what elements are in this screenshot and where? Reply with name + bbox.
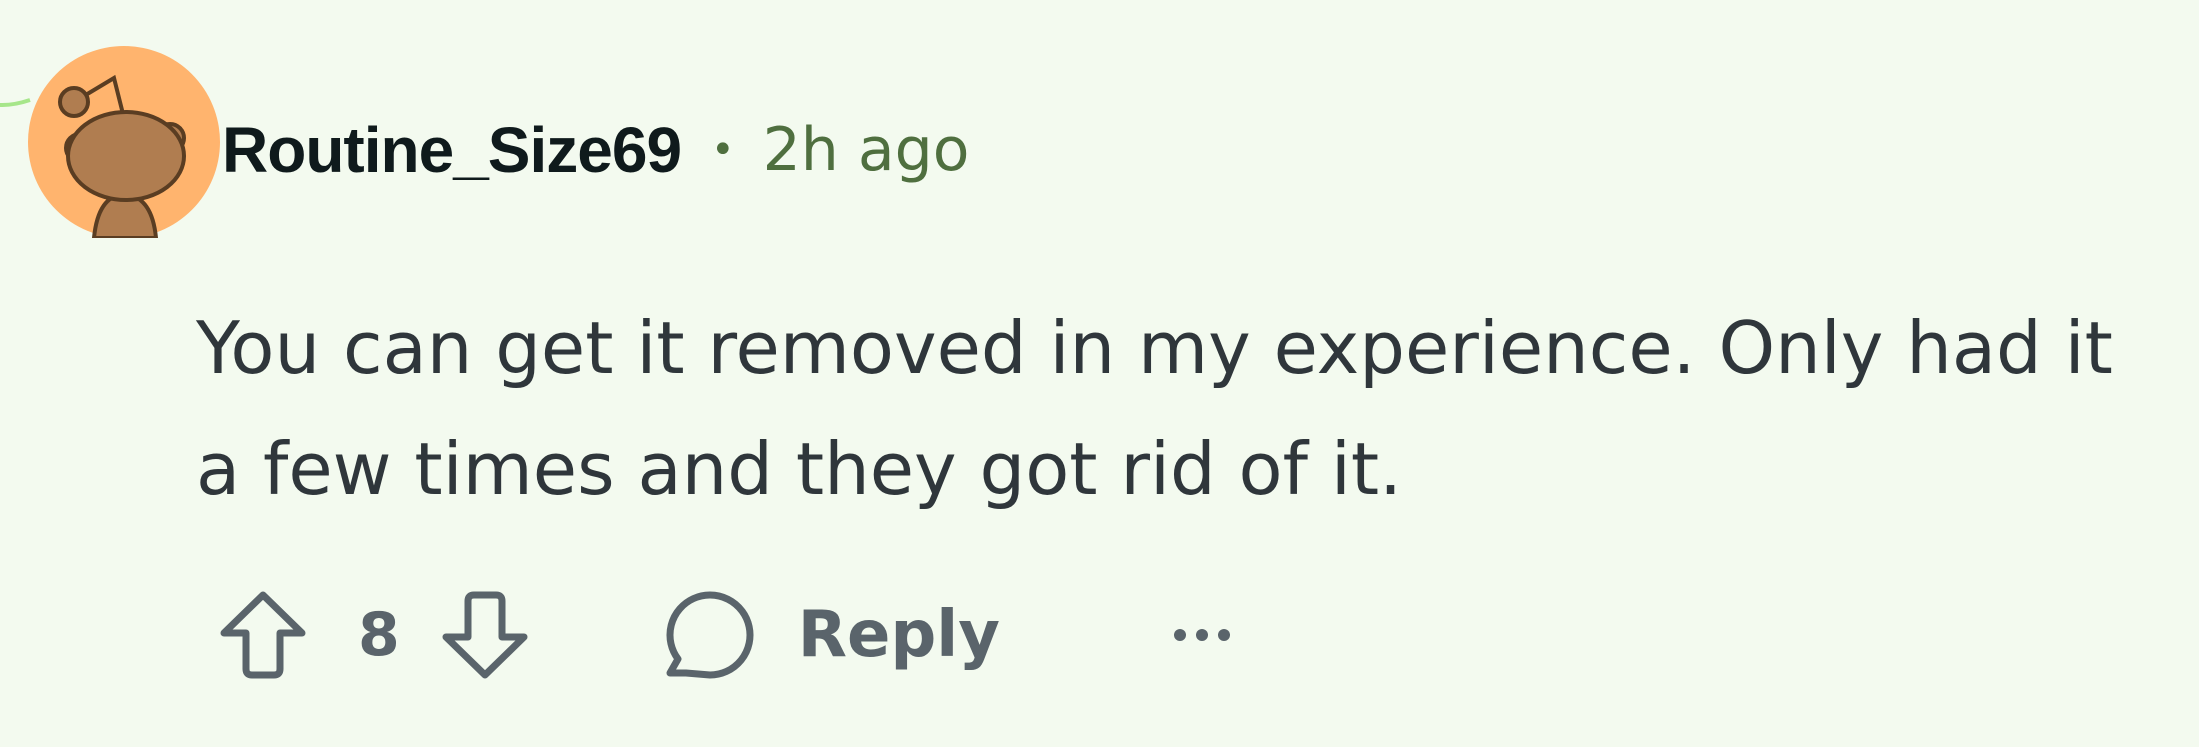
reply-label: Reply: [797, 598, 1000, 672]
upvote-icon[interactable]: [218, 587, 308, 683]
vote-score: 8: [358, 600, 400, 670]
comment-bubble-icon: [666, 591, 754, 679]
reply-button[interactable]: Reply: [664, 589, 1000, 681]
meta-separator: •: [711, 127, 735, 173]
comment: Routine_Size69 • 2h ago You can get it r…: [0, 0, 2199, 747]
avatar[interactable]: [28, 46, 220, 238]
timestamp[interactable]: 2h ago: [763, 115, 970, 185]
username-link[interactable]: Routine_Size69: [222, 113, 682, 187]
comment-header: Routine_Size69 • 2h ago: [222, 110, 969, 190]
comment-actions: 8 Reply: [218, 580, 1232, 690]
downvote-icon[interactable]: [440, 587, 530, 683]
ellipsis-icon: [1173, 629, 1230, 641]
more-options-button[interactable]: [1172, 625, 1232, 645]
comment-body: You can get it removed in my experience.…: [196, 306, 2113, 511]
